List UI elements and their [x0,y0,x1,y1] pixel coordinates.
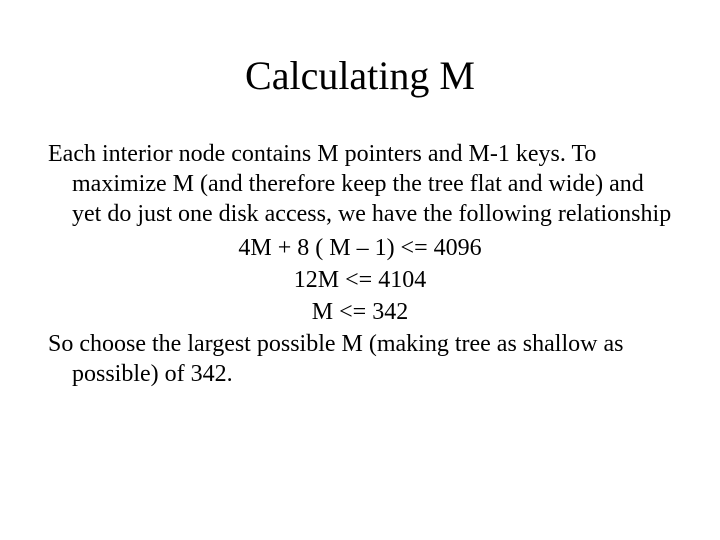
equation-line-1: 4M + 8 ( M – 1) <= 4096 [48,233,672,263]
slide: Calculating M Each interior node contain… [0,0,720,540]
equation-line-2: 12M <= 4104 [48,265,672,295]
paragraph-conclusion: So choose the largest possible M (making… [48,329,672,389]
paragraph-intro: Each interior node contains M pointers a… [48,139,672,229]
equation-line-3: M <= 342 [48,297,672,327]
slide-title: Calculating M [0,0,720,109]
slide-body: Each interior node contains M pointers a… [0,109,720,389]
